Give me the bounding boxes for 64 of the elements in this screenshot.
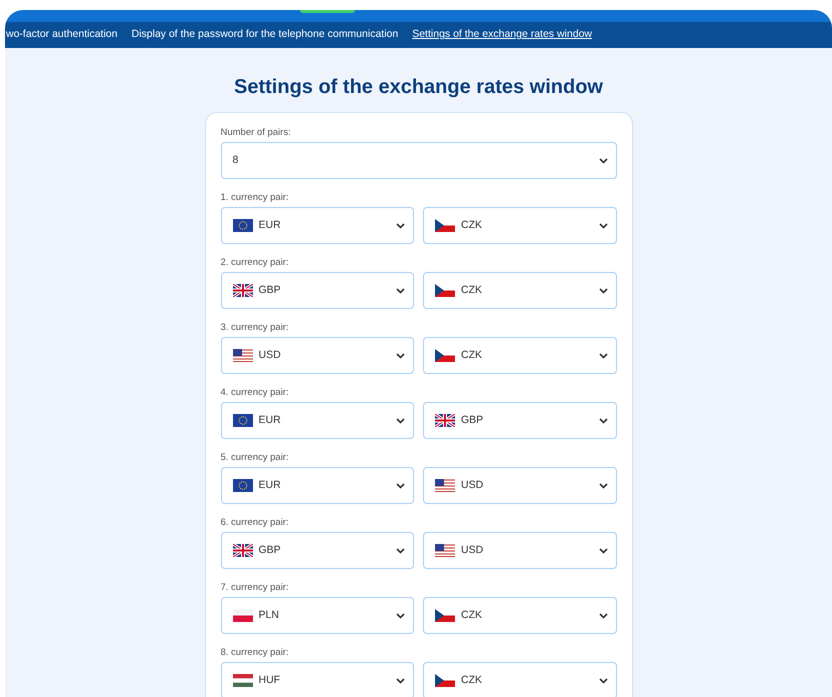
- currency-select[interactable]: CZK: [423, 662, 616, 697]
- currency-select[interactable]: CZK: [423, 207, 616, 244]
- chevron-down-icon: [396, 222, 405, 228]
- uk-flag-icon: [232, 544, 252, 557]
- currency-select[interactable]: GBP: [220, 532, 414, 569]
- chevron-down-icon: [598, 678, 608, 684]
- currency-select[interactable]: HUF: [220, 662, 414, 697]
- pairs-count-select[interactable]: 8: [220, 142, 616, 179]
- page-title: Settings of the exchange rates window: [233, 75, 604, 100]
- chevron-down-icon: [598, 548, 608, 554]
- chevron-down-icon: [396, 548, 405, 554]
- field-label: 5. currency pair:: [220, 451, 290, 465]
- uk-flag-icon: [435, 414, 455, 427]
- hungary-flag-icon: [232, 674, 252, 687]
- nav-link[interactable]: wo-factor authentication: [6, 27, 118, 43]
- field-label: 7. currency pair:: [220, 581, 290, 595]
- chevron-down-icon: [396, 288, 405, 294]
- currency-select[interactable]: EUR: [220, 467, 414, 504]
- currency-select[interactable]: GBP: [423, 402, 616, 439]
- currency-select[interactable]: CZK: [423, 337, 616, 374]
- poland-flag-icon: [232, 609, 252, 622]
- field-label: 1. currency pair:: [220, 191, 290, 205]
- chevron-down-icon: [598, 482, 608, 488]
- eu-flag-icon: [232, 414, 252, 427]
- chevron-down-icon: [396, 482, 405, 488]
- eu-flag-icon: [232, 479, 252, 492]
- currency-select[interactable]: USD: [423, 532, 616, 569]
- currency-select[interactable]: CZK: [423, 272, 616, 309]
- eu-flag-icon: [232, 219, 252, 232]
- czech-flag-icon: [435, 609, 455, 622]
- currency-select[interactable]: GBP: [220, 272, 414, 309]
- us-flag-icon: [435, 479, 455, 492]
- chevron-down-icon: [396, 418, 405, 424]
- chevron-down-icon: [598, 418, 608, 424]
- chevron-down-icon: [598, 158, 608, 164]
- chevron-down-icon: [598, 352, 608, 358]
- currency-select[interactable]: USD: [220, 337, 414, 374]
- field-label: Number of pairs:: [220, 126, 292, 140]
- nav-link[interactable]: Settings of the exchange rates window: [412, 27, 592, 43]
- chevron-down-icon: [396, 678, 405, 684]
- czech-flag-icon: [435, 219, 455, 232]
- uk-flag-icon: [232, 284, 252, 297]
- chevron-down-icon: [598, 288, 608, 294]
- us-flag-icon: [232, 349, 252, 362]
- currency-select[interactable]: CZK: [423, 597, 616, 634]
- czech-flag-icon: [435, 284, 455, 297]
- currency-select[interactable]: EUR: [220, 402, 414, 439]
- currency-select[interactable]: PLN: [220, 597, 414, 634]
- currency-select[interactable]: USD: [423, 467, 616, 504]
- czech-flag-icon: [435, 674, 455, 687]
- chevron-down-icon: [598, 222, 608, 228]
- chevron-down-icon: [396, 352, 405, 358]
- chevron-down-icon: [396, 612, 405, 618]
- currency-select[interactable]: EUR: [220, 207, 414, 244]
- us-flag-icon: [435, 544, 455, 557]
- czech-flag-icon: [435, 349, 455, 362]
- chevron-down-icon: [598, 612, 608, 618]
- field-label: 8. currency pair:: [220, 646, 290, 660]
- tab-indicator: [300, 10, 355, 13]
- field-label: 2. currency pair:: [220, 256, 290, 270]
- field-label: 3. currency pair:: [220, 321, 290, 335]
- field-label: 6. currency pair:: [220, 516, 290, 530]
- nav-link[interactable]: Display of the password for the telephone communication: [131, 27, 398, 43]
- field-label: 4. currency pair:: [220, 386, 290, 400]
